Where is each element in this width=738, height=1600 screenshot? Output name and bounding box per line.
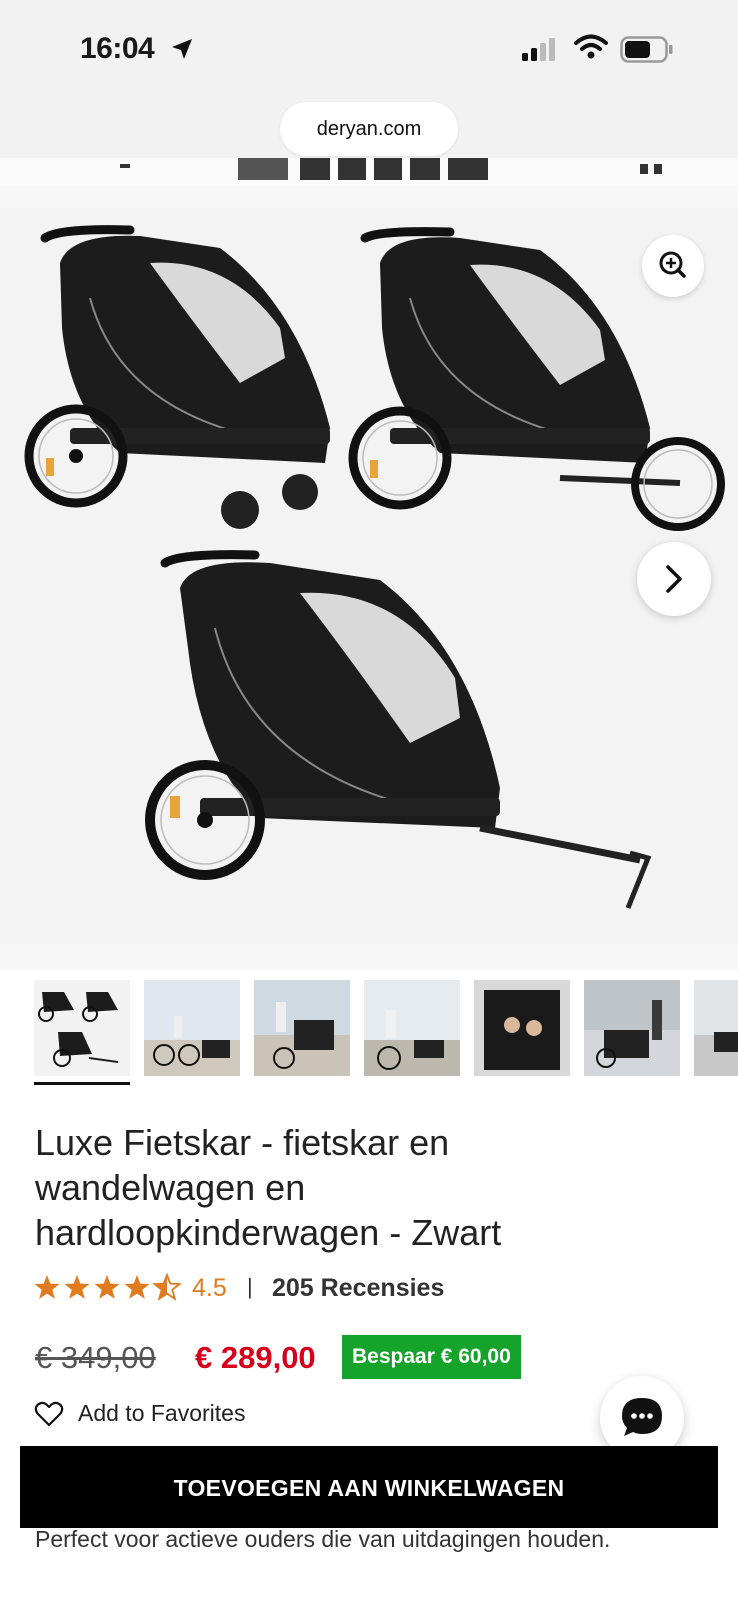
- thumbnail-photo-icon: [484, 990, 560, 1070]
- thumbnail-photo-icon: [694, 1032, 738, 1076]
- sale-price: € 289,00: [195, 1340, 316, 1375]
- thumbnail-item[interactable]: [694, 980, 738, 1076]
- zoom-button[interactable]: [642, 235, 704, 297]
- add-to-cart-button[interactable]: TOEVOEGEN AAN WINKELWAGEN: [20, 1446, 718, 1528]
- thumbnail-photo-icon: [584, 980, 680, 1068]
- thumbnail-strip[interactable]: [0, 970, 738, 1090]
- thumbnail-item[interactable]: [254, 980, 350, 1076]
- thumbnail-item[interactable]: [364, 980, 460, 1076]
- trailer-stroller-mode: [24, 225, 330, 529]
- star-rating-icon: [34, 1274, 181, 1300]
- active-thumbnail-indicator: [34, 1082, 130, 1085]
- status-time: 16:04: [80, 32, 155, 65]
- bike-trailer-illustration-icon: [24, 225, 725, 909]
- zoom-in-icon: [659, 251, 686, 278]
- chevron-right-icon: [666, 565, 682, 593]
- site-header-partial: [0, 158, 738, 186]
- rating-separator: |: [247, 1274, 253, 1299]
- thumbnail-photo-icon: [364, 1010, 460, 1076]
- product-main-image[interactable]: [0, 208, 738, 944]
- status-bar: 16:04: [0, 0, 738, 100]
- product-title: Luxe Fietskar - fietskar en wandelwagen …: [35, 1122, 502, 1253]
- location-arrow-icon: [172, 39, 192, 59]
- brand-logo-partial-icon: [120, 158, 662, 180]
- heart-icon: [34, 1401, 64, 1427]
- signal-icon: [522, 38, 555, 61]
- trailer-bike-mode: [145, 550, 652, 909]
- thumbnail-photo-icon: [144, 1016, 240, 1076]
- savings-badge: Bespaar € 60,00: [342, 1335, 521, 1379]
- url-pill[interactable]: deryan.com: [280, 102, 458, 156]
- thumbnail-item[interactable]: [584, 980, 680, 1076]
- product-tagline: Perfect voor actieve ouders die van uitd…: [35, 1526, 611, 1552]
- reviews-link[interactable]: 205 Recensies: [272, 1274, 444, 1303]
- thumbnail-item[interactable]: [34, 980, 130, 1076]
- next-image-button[interactable]: [637, 542, 711, 616]
- battery-icon: [620, 36, 673, 63]
- thumbnail-trailers-icon: [38, 992, 119, 1067]
- add-to-favorites-label: Add to Favorites: [78, 1400, 246, 1426]
- rating-value: 4.5: [192, 1274, 227, 1302]
- thumbnail-item[interactable]: [474, 980, 570, 1076]
- old-price: € 349,00: [35, 1340, 156, 1375]
- thumbnail-item[interactable]: [144, 980, 240, 1076]
- wifi-icon: [574, 34, 608, 59]
- thumbnail-photo-icon: [254, 1002, 350, 1076]
